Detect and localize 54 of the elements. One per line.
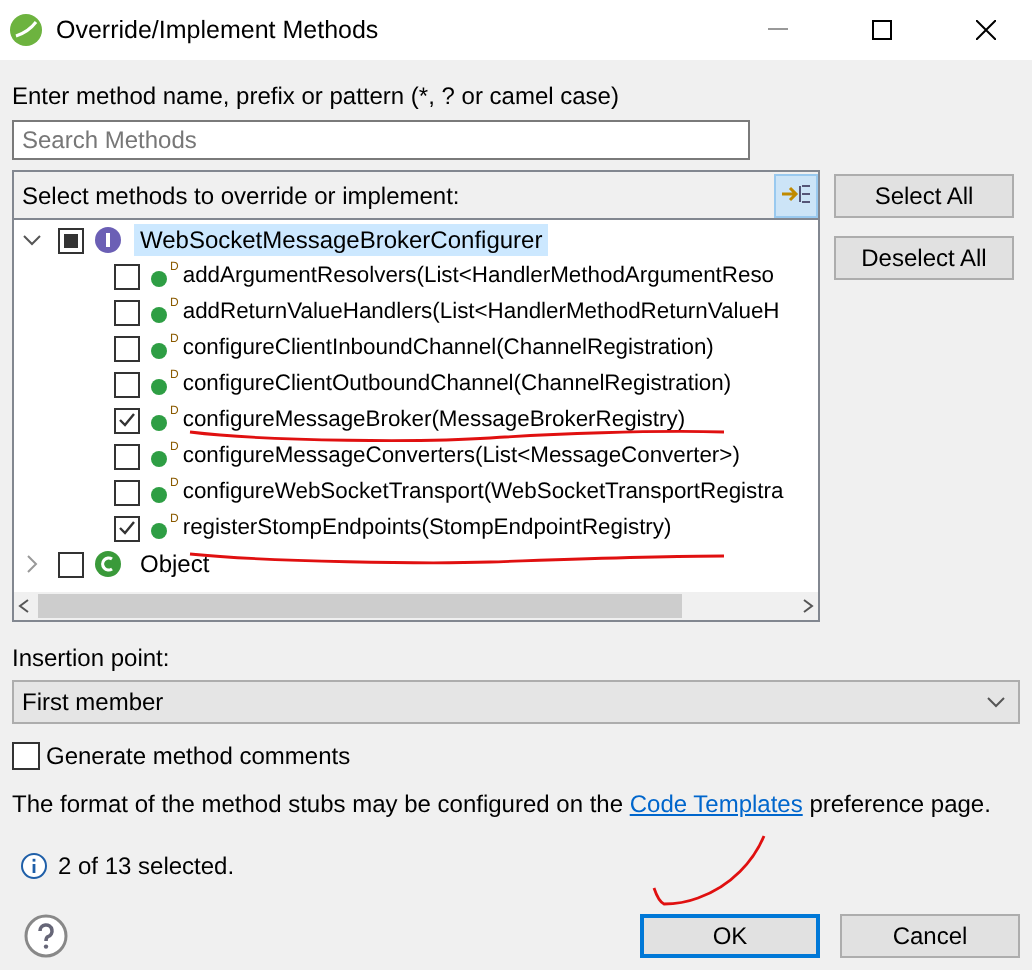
close-icon — [976, 20, 996, 40]
scroll-right-icon[interactable] — [802, 598, 814, 614]
checkmark-icon — [118, 412, 136, 428]
type-tree-item[interactable]: Object — [134, 548, 216, 580]
method-tree-item[interactable]: registerStompEndpoints(StompEndpointRegistry) — [182, 514, 672, 542]
hierarchy-toggle-button[interactable] — [774, 173, 818, 217]
code-templates-link[interactable]: Code Templates — [629, 790, 803, 818]
checkbox[interactable] — [114, 335, 140, 361]
scroll-left-icon[interactable] — [18, 598, 30, 614]
filter-label: Enter method name, prefix or pattern (*, ? or camel case) — [12, 80, 621, 112]
method-tree-item[interactable]: addReturnValueHandlers(List<HandlerMethodReturnValueH — [182, 298, 780, 326]
checkmark-icon — [118, 520, 136, 536]
checkbox-label: Generate method comments — [46, 740, 351, 772]
info-text: The format of the method stubs may be configured on the Code Templates preference page. — [12, 788, 993, 820]
horizontal-scrollbar[interactable] — [14, 592, 818, 620]
checkbox[interactable] — [58, 227, 84, 253]
checkbox[interactable] — [114, 443, 140, 469]
method-tree-item[interactable]: configureMessageBroker(MessageBrokerRegistry) — [182, 406, 686, 434]
expand-chevron-icon[interactable] — [22, 554, 42, 574]
leaf-logo-icon — [8, 12, 44, 48]
method-tree-item[interactable]: configureMessageConverters(List<MessageConverter>) — [182, 442, 740, 470]
checkbox[interactable] — [58, 551, 84, 577]
dropdown-chevron-icon — [986, 696, 1006, 708]
method-tree-item[interactable]: configureClientInboundChannel(ChannelRegistration) — [182, 334, 714, 362]
dialog-button[interactable]: OK — [640, 914, 820, 958]
checkbox[interactable] — [114, 299, 140, 325]
insertion-point-dropdown[interactable]: First member — [12, 680, 1020, 724]
side-button[interactable]: Select All — [834, 174, 1014, 218]
partial-check-icon — [64, 233, 78, 247]
method-tree-item[interactable]: configureClientOutboundChannel(ChannelRegistration) — [182, 370, 732, 398]
status-text: 2 of 13 selected. — [58, 850, 235, 882]
interface-icon — [94, 226, 122, 254]
window-title: Override/Implement Methods — [56, 16, 381, 44]
method-tree-item[interactable]: addArgumentResolvers(List<HandlerMethodArgumentReso — [182, 262, 775, 290]
type-tree-item[interactable]: WebSocketMessageBrokerConfigurer — [134, 224, 549, 256]
side-button[interactable]: Deselect All — [834, 236, 1014, 280]
collapse-chevron-icon[interactable] — [22, 230, 42, 250]
checkbox[interactable] — [114, 515, 140, 541]
search-field[interactable]: Search Methods — [12, 120, 750, 160]
dialog-button[interactable]: Cancel — [840, 914, 1020, 958]
help-icon[interactable] — [24, 914, 68, 958]
checkbox[interactable] — [12, 742, 40, 770]
minimize-icon — [768, 28, 788, 32]
checkbox[interactable] — [114, 479, 140, 505]
maximize-icon — [872, 20, 892, 40]
class-icon — [94, 550, 122, 578]
tree-header-label: Select methods to override or implement: — [22, 179, 460, 211]
method-tree-item[interactable]: configureWebSocketTransport(WebSocketTransportRegistra — [182, 478, 784, 506]
hierarchy-icon — [780, 181, 812, 209]
info-icon — [20, 852, 48, 880]
insertion-point-label: Insertion point: — [12, 644, 170, 672]
checkbox[interactable] — [114, 263, 140, 289]
checkbox[interactable] — [114, 371, 140, 397]
checkbox[interactable] — [114, 407, 140, 433]
